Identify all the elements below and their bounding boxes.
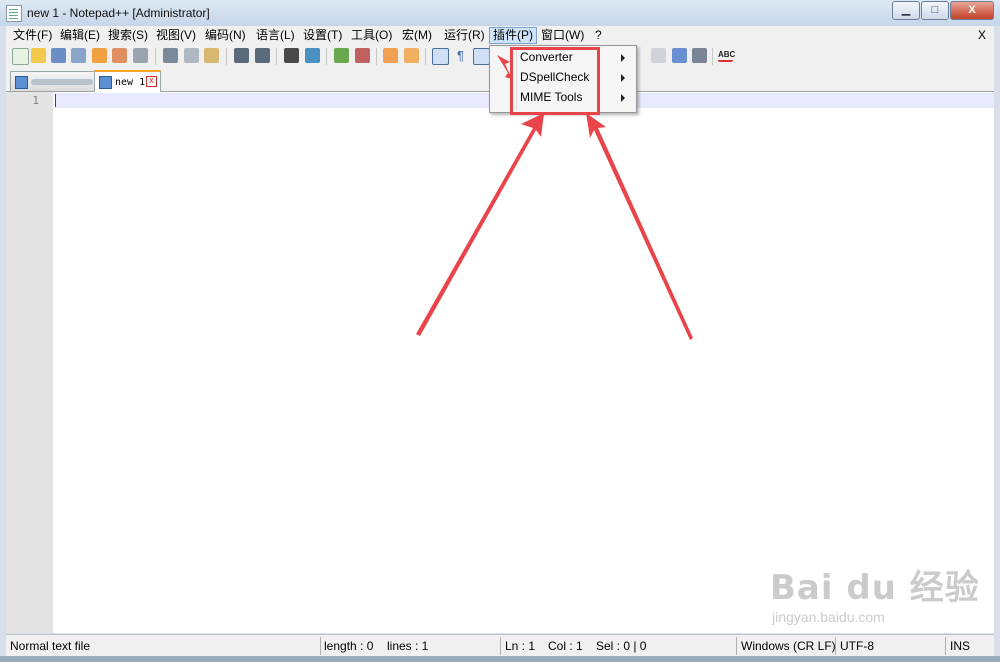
- menu-window[interactable]: 窗口(W): [538, 28, 587, 43]
- status-file-type: Normal text file: [10, 639, 91, 653]
- blurred-tab-label: [31, 79, 93, 85]
- toolbar-separator: [712, 48, 713, 65]
- replace-icon[interactable]: [305, 48, 320, 63]
- menu-encoding[interactable]: 编码(N): [202, 28, 249, 43]
- window-title: new 1 - Notepad++ [Administrator]: [27, 6, 210, 20]
- menu-file[interactable]: 文件(F): [10, 28, 55, 43]
- editor-area[interactable]: 1: [6, 92, 994, 633]
- find-icon[interactable]: [284, 48, 299, 63]
- toolbar-separator: [155, 48, 156, 65]
- status-col: Col : 1: [548, 639, 583, 653]
- undo-icon[interactable]: [234, 48, 249, 63]
- tab-label: new 1: [115, 77, 146, 88]
- menu-settings[interactable]: 设置(T): [300, 28, 345, 43]
- tab-blurred-file[interactable]: [10, 71, 96, 91]
- title-bar[interactable]: new 1 - Notepad++ [Administrator] ▁ □ X: [0, 0, 1000, 26]
- submenu-arrow-icon: [621, 54, 625, 62]
- toolbar-separator: [226, 48, 227, 65]
- menu-macro[interactable]: 宏(M): [399, 28, 435, 43]
- new-file-icon[interactable]: [12, 48, 29, 65]
- play-macro-icon[interactable]: [651, 48, 666, 63]
- menu-run[interactable]: 运行(R): [441, 28, 488, 43]
- saved-file-icon: [15, 76, 28, 89]
- status-separator: [500, 637, 501, 655]
- zoom-out-icon[interactable]: [355, 48, 370, 63]
- watermark-logo: Bai du 经验: [770, 568, 980, 608]
- cut-icon[interactable]: [163, 48, 178, 63]
- open-file-icon[interactable]: [31, 48, 46, 63]
- baidu-watermark: Bai du 经验 jingyan.baidu.com: [770, 560, 980, 625]
- close-button[interactable]: X: [950, 1, 994, 20]
- watermark-url: jingyan.baidu.com: [772, 609, 885, 625]
- toolbar-separator: [276, 48, 277, 65]
- toolbar-separator: [326, 48, 327, 65]
- zoom-in-icon[interactable]: [334, 48, 349, 63]
- window-controls: ▁ □ X: [891, 1, 994, 20]
- close-icon[interactable]: [92, 48, 107, 63]
- sync-vertical-icon[interactable]: [383, 48, 398, 63]
- menu-language[interactable]: 语言(L): [253, 28, 298, 43]
- status-lines: lines : 1: [387, 639, 429, 653]
- unsaved-file-icon: [99, 76, 112, 89]
- copy-icon[interactable]: [184, 48, 199, 63]
- spellcheck-icon[interactable]: ABC: [718, 48, 735, 62]
- text-caret: [55, 94, 56, 107]
- annotation-highlight-box: [510, 47, 600, 115]
- save-macro-icon[interactable]: [692, 48, 707, 63]
- close-all-icon[interactable]: [112, 48, 127, 63]
- menu-edit[interactable]: 编辑(E): [57, 28, 103, 43]
- status-separator: [835, 637, 836, 655]
- status-sel: Sel : 0 | 0: [596, 639, 647, 653]
- status-bar: Normal text file length : 0 lines : 1 Ln…: [6, 634, 994, 657]
- status-insert-mode: INS: [950, 639, 971, 653]
- sync-horizontal-icon[interactable]: [404, 48, 419, 63]
- run-macro-multiple-icon[interactable]: [672, 48, 687, 63]
- submenu-arrow-icon: [621, 94, 625, 102]
- toolbar-separator: [425, 48, 426, 65]
- status-ln: Ln : 1: [505, 639, 536, 653]
- menu-tools[interactable]: 工具(O): [348, 28, 395, 43]
- status-eol: Windows (CR LF): [741, 639, 836, 653]
- tab-close-icon[interactable]: x: [146, 76, 157, 87]
- tab-new-1[interactable]: new 1 x: [94, 70, 161, 93]
- notepadpp-window: new 1 - Notepad++ [Administrator] ▁ □ X …: [0, 0, 1000, 662]
- save-all-icon[interactable]: [71, 48, 86, 63]
- menu-search[interactable]: 搜索(S): [105, 28, 151, 43]
- line-number-gutter: 1: [6, 92, 53, 633]
- toolbar-separator: [376, 48, 377, 65]
- menu-plugins[interactable]: 插件(P): [489, 27, 537, 44]
- close-document-button[interactable]: X: [978, 28, 986, 42]
- menu-bar: 文件(F) 编辑(E) 搜索(S) 视图(V) 编码(N) 语言(L) 设置(T…: [6, 26, 994, 46]
- menu-help[interactable]: ?: [592, 28, 605, 43]
- line-number: 1: [32, 94, 39, 107]
- status-encoding: UTF-8: [840, 639, 874, 653]
- status-separator: [945, 637, 946, 655]
- paste-icon[interactable]: [204, 48, 219, 63]
- print-icon[interactable]: [133, 48, 148, 63]
- maximize-button[interactable]: □: [921, 1, 949, 20]
- show-all-chars-icon[interactable]: ¶: [453, 48, 468, 63]
- status-separator: [736, 637, 737, 655]
- save-icon[interactable]: [51, 48, 66, 63]
- taskbar-strip: [0, 656, 1000, 662]
- redo-icon[interactable]: [255, 48, 270, 63]
- status-separator: [320, 637, 321, 655]
- indent-guide-icon[interactable]: [473, 48, 490, 65]
- submenu-arrow-icon: [621, 74, 625, 82]
- notepad-app-icon: [6, 5, 22, 22]
- menu-view[interactable]: 视图(V): [153, 28, 199, 43]
- status-length: length : 0: [324, 639, 374, 653]
- word-wrap-icon[interactable]: [432, 48, 449, 65]
- minimize-button[interactable]: ▁: [892, 1, 920, 20]
